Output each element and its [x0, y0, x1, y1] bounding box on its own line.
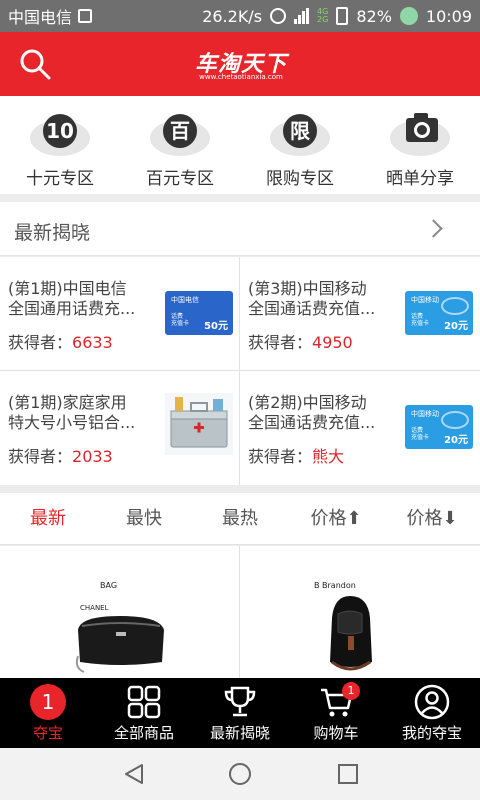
system-navigation	[0, 748, 480, 800]
sort-hottest[interactable]: 最热	[192, 493, 288, 544]
category-label: 十元专区	[26, 169, 94, 189]
signal-icon	[294, 8, 310, 24]
mobile-card-image: 中国移动 话费 充值卡 20元	[405, 291, 473, 335]
product-image[interactable]: BAG CHANEL	[70, 576, 170, 676]
home-icon: 1	[30, 684, 66, 720]
sort-price-asc[interactable]: 价格⬆	[288, 493, 384, 544]
first-aid-box-image	[165, 393, 233, 455]
category-label: 百元专区	[146, 169, 214, 189]
battery-level: 82%	[356, 6, 392, 26]
latest-results-grid: (第1期)中国电信 全国通用话费充... 获得者：6633 中国电信 话费 充值卡…	[0, 257, 480, 485]
category-hundred-yuan[interactable]: 百 百元专区	[120, 96, 240, 194]
nav-latest[interactable]: 最新揭晓	[192, 678, 288, 748]
svg-text:B Brandon: B Brandon	[314, 581, 356, 590]
result-item[interactable]: (第2期)中国移动 全国通话费充值... 获得者：熊大 中国移动 话费 充值卡 2…	[240, 371, 479, 484]
item-title-line2: 特大号小号铝合...	[8, 413, 136, 432]
item-title-line2: 全国通话费充值...	[248, 299, 376, 318]
svg-text:CHANEL: CHANEL	[80, 604, 109, 612]
alarm-icon	[270, 8, 287, 24]
cart-badge: 1	[342, 682, 360, 700]
mobile-card-image: 中国移动 话费 充值卡 20元	[405, 405, 473, 449]
section-title: 最新揭晓	[14, 222, 91, 244]
category-label: 晒单分享	[386, 169, 454, 189]
winner-info: 获得者：熊大	[248, 447, 345, 466]
hundred-yuan-icon: 百	[163, 114, 197, 148]
category-share[interactable]: 晒单分享	[360, 96, 480, 194]
network-speed: 26.2K/s	[202, 6, 263, 26]
category-bar: 10 十元专区 百 百元专区 限 限购专区 晒单分享	[0, 96, 480, 194]
item-title: (第3期)中国移动	[248, 279, 367, 298]
result-item[interactable]: (第1期)中国电信 全国通用话费充... 获得者：6633 中国电信 话费 充值卡…	[0, 257, 239, 370]
sort-price-desc[interactable]: 价格⬇	[384, 493, 480, 544]
nav-label: 全部商品	[113, 724, 174, 742]
nav-label: 我的夺宝	[401, 724, 462, 742]
item-title-line2: 全国通话费充值...	[248, 413, 376, 432]
sort-fastest[interactable]: 最快	[96, 493, 192, 544]
nav-profile[interactable]: 我的夺宝	[384, 678, 480, 748]
status-bar: 中国电信 26.2K/s 4G 2G 82% 10:09	[0, 0, 480, 32]
result-item[interactable]: (第1期)家庭家用 特大号小号铝合... 获得者：2033	[0, 371, 239, 484]
recent-apps-icon[interactable]	[336, 762, 360, 786]
sort-bar: 最新 最快 最热 价格⬆ 价格⬇	[0, 493, 480, 545]
home-button-icon[interactable]	[228, 762, 252, 786]
winner-name: 4950	[312, 333, 353, 352]
trophy-icon	[224, 686, 256, 717]
nav-home[interactable]: 1 夺宝	[0, 678, 96, 748]
category-label: 限购专区	[266, 169, 334, 189]
winner-info: 获得者：4950	[248, 333, 353, 352]
winner-info: 获得者：2033	[8, 447, 113, 466]
product-grid: BAG CHANEL B Brandon	[0, 546, 480, 678]
winner-name: 6633	[72, 333, 113, 352]
latest-results-header[interactable]: 最新揭晓	[0, 202, 480, 256]
category-ten-yuan[interactable]: 10 十元专区	[0, 96, 120, 194]
item-title: (第1期)中国电信	[8, 279, 127, 298]
limited-icon: 限	[283, 114, 317, 148]
category-limited[interactable]: 限 限购专区	[240, 96, 360, 194]
bottom-navigation: 1 夺宝 全部商品 最新揭晓 1 购物车 我的夺宝	[0, 678, 480, 748]
item-title: (第1期)家庭家用	[8, 393, 127, 412]
nav-cart[interactable]: 1 购物车	[288, 678, 384, 748]
ten-yuan-icon: 10	[43, 114, 77, 148]
winner-name: 熊大	[312, 447, 345, 466]
result-item[interactable]: (第3期)中国移动 全国通话费充值... 获得者：4950 中国移动 话费 充值卡…	[240, 257, 479, 370]
winner-info: 获得者：6633	[8, 333, 113, 352]
sort-newest[interactable]: 最新	[0, 493, 96, 544]
item-title: (第2期)中国移动	[248, 393, 367, 412]
item-title-line2: 全国通用话费充...	[8, 299, 136, 318]
nav-label: 购物车	[313, 724, 359, 742]
app-header: 车淘天下 www.chetaotianxia.com	[0, 32, 480, 96]
user-icon	[414, 684, 450, 720]
nav-all-products[interactable]: 全部商品	[96, 678, 192, 748]
carrier-name: 中国电信	[8, 8, 73, 27]
svg-text:BAG: BAG	[100, 581, 117, 590]
logo-subtitle: www.chetaotianxia.com	[199, 73, 283, 81]
winner-name: 2033	[72, 447, 113, 466]
nav-label: 最新揭晓	[209, 724, 270, 742]
product-image[interactable]: B Brandon	[310, 576, 390, 676]
battery-icon	[336, 7, 349, 25]
grid-icon	[127, 685, 161, 719]
back-icon[interactable]	[122, 762, 146, 786]
search-icon[interactable]	[18, 47, 52, 81]
telecom-card-image: 中国电信 话费 充值卡 50元	[165, 291, 233, 335]
nav-label: 夺宝	[32, 724, 63, 742]
app-logo: 车淘天下 www.chetaotianxia.com	[186, 46, 296, 84]
network-type-icon: 4G 2G	[317, 7, 329, 24]
clock: 10:09	[425, 6, 472, 26]
power-saver-icon	[399, 7, 418, 25]
image-notification-icon	[78, 9, 93, 23]
chevron-right-icon	[424, 219, 443, 238]
